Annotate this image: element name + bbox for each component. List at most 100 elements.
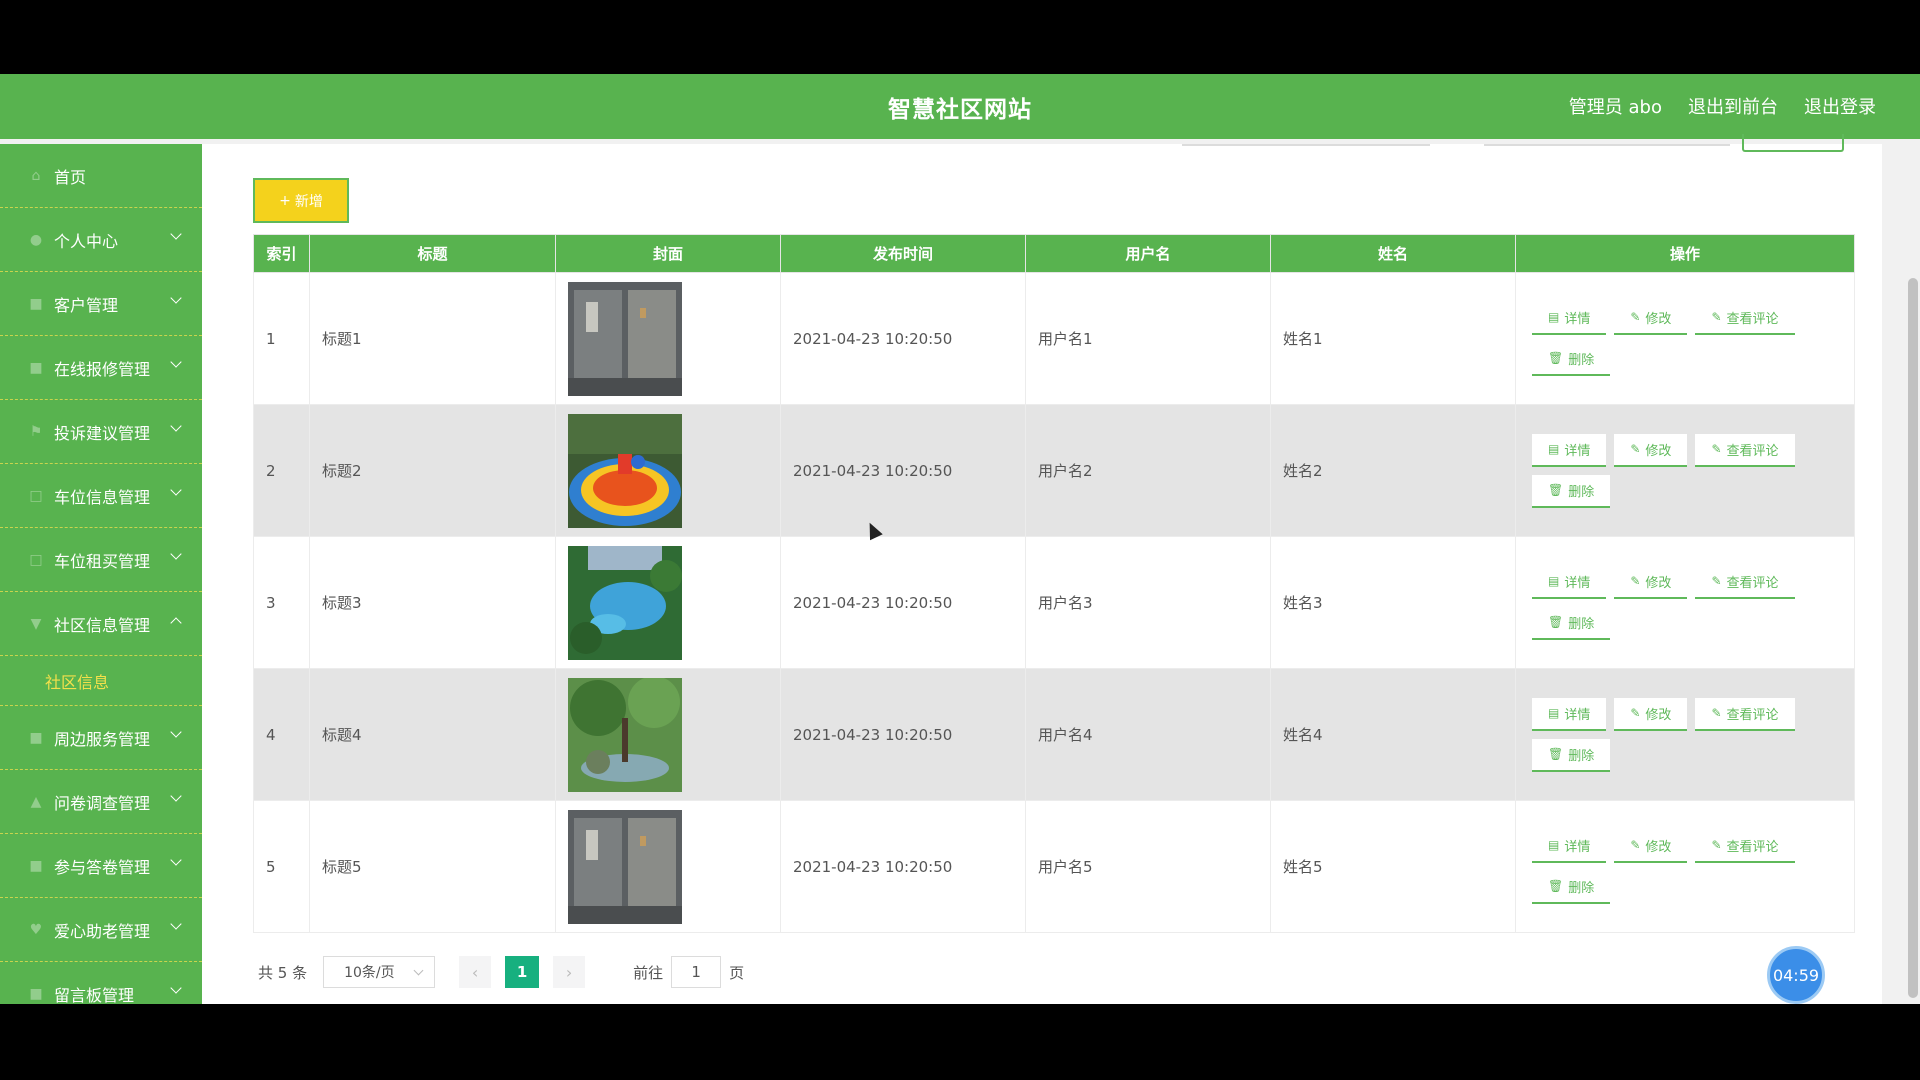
chevron-down-icon bbox=[170, 356, 182, 368]
cover-image bbox=[568, 545, 682, 660]
goto-page-input[interactable]: 1 bbox=[671, 956, 722, 988]
add-button-label: 新增 bbox=[294, 193, 323, 210]
cell-cover bbox=[555, 536, 781, 669]
table-row: 4 标题4 2021-04-23 10:20:50 用户名4 姓名4 ▤ 详情 ✎ 修改 ✎ 查看评… bbox=[253, 668, 1855, 801]
detail-label: 详情 bbox=[1564, 311, 1591, 327]
cell-index: 3 bbox=[253, 536, 310, 669]
pagination: 共 5 条 10条/页 ‹ 1 › 前往 1 页 bbox=[258, 956, 744, 988]
search-input-username[interactable] bbox=[1484, 144, 1730, 146]
page-size-select[interactable]: 10条/页 bbox=[323, 956, 436, 988]
flag-icon: ⚑ bbox=[29, 423, 43, 440]
cell-cover bbox=[555, 800, 781, 933]
content-card: + 新增 索引 标题 封面 发布时间 用户名 姓名 操作 1 标题1 2021-04… bbox=[202, 134, 1882, 1004]
cell-username: 用户名1 bbox=[1025, 272, 1271, 405]
edit-button[interactable]: ✎ 修改 bbox=[1614, 829, 1688, 863]
sidebar-item-messages[interactable]: ■ 留言板管理 bbox=[0, 962, 202, 1004]
sidebar-item-parking-info[interactable]: □ 车位信息管理 bbox=[0, 464, 202, 528]
sidebar-item-label: 社区信息管理 bbox=[54, 615, 151, 635]
sidebar-item-repair[interactable]: ■ 在线报修管理 bbox=[0, 336, 202, 400]
sidebar-item-parking-rent[interactable]: □ 车位租买管理 bbox=[0, 528, 202, 592]
survey-icon: ▲ bbox=[30, 793, 42, 810]
sidebar-item-elder-care[interactable]: ♥ 爱心助老管理 bbox=[0, 898, 202, 962]
admin-user-label[interactable]: 管理员 abo bbox=[1569, 93, 1662, 119]
edit-button[interactable]: ✎ 修改 bbox=[1614, 433, 1688, 467]
countdown-timer-badge[interactable]: 04:59 bbox=[1767, 946, 1825, 1004]
next-page-button[interactable]: › bbox=[553, 956, 586, 988]
edit-label: 修改 bbox=[1645, 707, 1672, 723]
view-comments-button[interactable]: ✎ 查看评论 bbox=[1695, 565, 1795, 599]
pencil-icon: ✎ bbox=[1711, 310, 1722, 324]
cell-actions: ▤ 详情 ✎ 修改 ✎ 查看评论 🗑 删除 bbox=[1515, 800, 1855, 933]
detail-button[interactable]: ▤ 详情 bbox=[1532, 829, 1607, 863]
sidebar-item-personal[interactable]: ● 个人中心 bbox=[0, 208, 202, 272]
detail-button[interactable]: ▤ 详情 bbox=[1532, 301, 1607, 335]
pencil-icon: ✎ bbox=[1711, 706, 1722, 720]
detail-button[interactable]: ▤ 详情 bbox=[1532, 565, 1607, 599]
sidebar-subitem-community-info[interactable]: 社区信息 bbox=[0, 656, 202, 706]
cell-title: 标题2 bbox=[309, 404, 556, 537]
chevron-up-icon bbox=[170, 617, 182, 629]
chevron-down-icon bbox=[170, 548, 182, 560]
logout-link[interactable]: 退出登录 bbox=[1804, 93, 1876, 119]
col-title: 标题 bbox=[309, 234, 556, 273]
prev-page-button[interactable]: ‹ bbox=[459, 956, 492, 988]
edit-button[interactable]: ✎ 修改 bbox=[1614, 697, 1688, 731]
document-icon: ▤ bbox=[1548, 310, 1560, 324]
cell-title: 标题4 bbox=[309, 668, 556, 801]
cell-title: 标题3 bbox=[309, 536, 556, 669]
cell-name: 姓名1 bbox=[1270, 272, 1516, 405]
table-row: 1 标题1 2021-04-23 10:20:50 用户名1 姓名1 ▤ 详情 ✎ 修改 ✎ 查看评… bbox=[253, 272, 1855, 405]
detail-button[interactable]: ▤ 详情 bbox=[1532, 433, 1607, 467]
trash-icon: 🗑 bbox=[1548, 747, 1564, 761]
cover-image bbox=[568, 677, 682, 792]
col-username: 用户名 bbox=[1025, 234, 1271, 273]
car-icon: □ bbox=[29, 551, 43, 568]
delete-button[interactable]: 🗑 删除 bbox=[1532, 738, 1611, 772]
delete-button[interactable]: 🗑 删除 bbox=[1532, 606, 1611, 640]
sidebar-item-surveys[interactable]: ▲ 问卷调查管理 bbox=[0, 770, 202, 834]
cell-publish-time: 2021-04-23 10:20:50 bbox=[780, 272, 1026, 405]
sidebar-item-customers[interactable]: ■ 客户管理 bbox=[0, 272, 202, 336]
cover-image bbox=[568, 809, 682, 924]
top-bar: 智慧社区网站 管理员 abo 退出到前台 退出登录 bbox=[0, 74, 1920, 139]
page-size-value: 10条/页 bbox=[344, 965, 395, 981]
trash-icon: 🗑 bbox=[1548, 483, 1564, 497]
delete-button[interactable]: 🗑 删除 bbox=[1532, 342, 1611, 376]
goto-page: 前往 1 页 bbox=[633, 956, 744, 988]
repair-icon: ■ bbox=[29, 359, 43, 376]
page-number-current[interactable]: 1 bbox=[505, 956, 540, 988]
col-name: 姓名 bbox=[1270, 234, 1516, 273]
add-button[interactable]: + 新增 bbox=[253, 178, 349, 223]
edit-button[interactable]: ✎ 修改 bbox=[1614, 565, 1688, 599]
search-button[interactable] bbox=[1742, 134, 1844, 152]
search-input-title[interactable] bbox=[1182, 144, 1430, 146]
edit-button[interactable]: ✎ 修改 bbox=[1614, 301, 1688, 335]
scrollbar-thumb[interactable] bbox=[1908, 278, 1918, 998]
delete-button[interactable]: 🗑 删除 bbox=[1532, 870, 1611, 904]
user-icon: ● bbox=[29, 231, 43, 248]
detail-button[interactable]: ▤ 详情 bbox=[1532, 697, 1607, 731]
table-row: 2 标题2 2021-04-23 10:20:50 用户名2 姓名2 ▤ 详情 ✎ 修改 ✎ 查看评… bbox=[253, 404, 1855, 537]
customer-icon: ■ bbox=[29, 295, 43, 312]
sidebar-item-complaints[interactable]: ⚑ 投诉建议管理 bbox=[0, 400, 202, 464]
delete-label: 删除 bbox=[1568, 352, 1595, 368]
view-comments-button[interactable]: ✎ 查看评论 bbox=[1695, 697, 1795, 731]
view-comments-button[interactable]: ✎ 查看评论 bbox=[1695, 433, 1795, 467]
sidebar-item-label: 问卷调查管理 bbox=[54, 793, 151, 813]
page-scrollbar[interactable] bbox=[1906, 204, 1920, 998]
view-comments-button[interactable]: ✎ 查看评论 bbox=[1695, 829, 1795, 863]
sidebar-item-answers[interactable]: ■ 参与答卷管理 bbox=[0, 834, 202, 898]
view-comments-button[interactable]: ✎ 查看评论 bbox=[1695, 301, 1795, 335]
cell-username: 用户名5 bbox=[1025, 800, 1271, 933]
cell-index: 4 bbox=[253, 668, 310, 801]
sidebar-item-community-info[interactable]: ▼ 社区信息管理 bbox=[0, 592, 202, 656]
delete-button[interactable]: 🗑 删除 bbox=[1532, 474, 1611, 508]
sidebar-item-nearby-services[interactable]: ■ 周边服务管理 bbox=[0, 706, 202, 770]
sidebar-item-home[interactable]: ⌂ 首页 bbox=[0, 144, 202, 208]
pencil-icon: ✎ bbox=[1630, 442, 1641, 456]
exit-to-front-link[interactable]: 退出到前台 bbox=[1688, 93, 1778, 119]
chevron-down-icon bbox=[170, 292, 182, 304]
message-icon: ■ bbox=[29, 985, 43, 1002]
action-group: ▤ 详情 ✎ 修改 ✎ 查看评论 🗑 删除 bbox=[1528, 829, 1828, 904]
cell-publish-time: 2021-04-23 10:20:50 bbox=[780, 668, 1026, 801]
